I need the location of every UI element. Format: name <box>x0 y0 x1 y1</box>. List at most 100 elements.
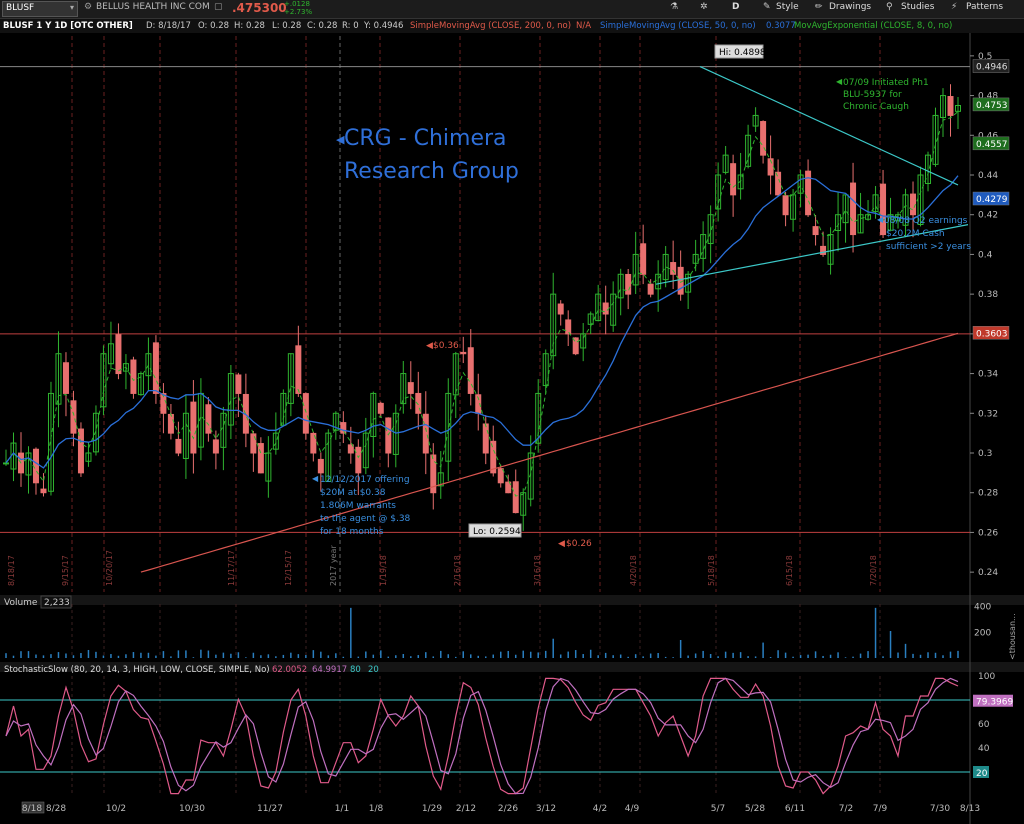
candle-body <box>625 273 632 295</box>
vertical-date-label: 10/20/17 <box>105 550 114 586</box>
watermark-line-2: Research Group <box>344 159 519 184</box>
candle-body <box>947 96 954 116</box>
date-tick-label: 7/2 <box>839 804 853 814</box>
price-tick-label: 0.4 <box>978 250 993 260</box>
stoch-series-value: 80 <box>350 665 361 675</box>
date-tick-label: 6/11 <box>785 804 805 814</box>
stoch-series-value: 20 <box>368 665 379 675</box>
candle-body <box>190 401 197 454</box>
note-0709-line: Chronic Caugh <box>843 102 909 112</box>
candle-body <box>647 283 654 295</box>
price-label-text: 0.4753 <box>976 101 1008 111</box>
note-0709-line: BLU-5937 for <box>843 90 902 100</box>
date-tick-label: 1/29 <box>422 804 442 814</box>
vertical-date-label: 1/19/18 <box>379 555 388 586</box>
volume-title: Volume <box>4 598 38 608</box>
date-tick-label: 4/2 <box>593 804 607 814</box>
date-tick-label: 8/28 <box>46 804 66 814</box>
note-0709-marker: ◀ <box>836 77 843 86</box>
candle-body <box>460 351 467 355</box>
candle-body <box>512 481 519 514</box>
candle-body <box>775 171 782 196</box>
date-tick-label: 5/7 <box>711 804 725 814</box>
date-tick-label: 10/30 <box>179 804 205 814</box>
chart-background <box>0 33 1024 824</box>
candle-body <box>565 319 572 335</box>
watermark-line-1: CRG - Chimera <box>344 126 507 151</box>
date-tick-label: 8/13 <box>960 804 980 814</box>
stoch-tick-label: 60 <box>978 720 990 730</box>
note-1212-line: 12/12/2017 offering <box>320 475 410 485</box>
candle-body <box>812 226 819 236</box>
candle-body <box>167 413 174 434</box>
candle-body <box>782 195 789 216</box>
date-tick-label: 2/12 <box>456 804 476 814</box>
price-tick-label: 0.24 <box>978 568 998 578</box>
candle-body <box>212 439 219 454</box>
date-tick-label: 1/8 <box>369 804 384 814</box>
candle-body <box>880 183 887 236</box>
note-0808-line: $20.2M Cash <box>886 229 945 239</box>
note-1212-line: for 18 months <box>320 527 384 537</box>
stoch-tick-label: 40 <box>978 744 990 754</box>
candle-body <box>602 302 609 315</box>
date-tick-label: 4/9 <box>625 804 640 814</box>
note-0808-marker: ◀ <box>877 215 884 224</box>
note-1212-line: 1.806M warrants <box>320 501 396 511</box>
vertical-date-label: 2017 year <box>329 545 338 586</box>
candle-body <box>640 243 647 275</box>
price-label-text: 0.3603 <box>976 329 1008 339</box>
lo-label: Lo: 0.2594 <box>473 527 521 537</box>
candle-body <box>235 374 242 394</box>
candle-body <box>250 433 257 454</box>
vertical-date-label: 5/18/18 <box>707 555 716 586</box>
level-026-label: $0.26 <box>566 539 592 549</box>
candle-body <box>340 422 347 434</box>
candle-body <box>40 488 47 494</box>
candle-body <box>32 448 39 484</box>
level-026-marker: ◀ <box>558 539 565 549</box>
vertical-date-label: 2/16/18 <box>453 555 462 586</box>
vertical-date-label: 6/15/18 <box>785 555 794 586</box>
note-1212-line: to the agent @ $.38 <box>320 514 411 524</box>
price-tick-label: 0.26 <box>978 528 998 538</box>
date-tick-label: 5/28 <box>745 804 765 814</box>
date-tick-label: 11/27 <box>257 804 283 814</box>
candle-body <box>130 359 137 394</box>
price-tick-label: 0.3 <box>978 449 992 459</box>
candle-body <box>257 443 264 474</box>
candle-body <box>407 382 414 394</box>
candle-body <box>115 334 122 375</box>
date-tick-label: 3/12 <box>536 804 556 814</box>
vertical-date-label: 8/18/17 <box>7 555 16 586</box>
note-0808-line: sufficient >2 years <box>886 242 971 252</box>
price-tick-label: 0.42 <box>978 211 998 221</box>
note-0709-line: 07/09 Initiated Ph1 <box>843 78 929 88</box>
candle-body <box>3 462 9 465</box>
candle-body <box>482 423 489 454</box>
vertical-date-label: 4/20/18 <box>629 555 638 586</box>
chart-svg[interactable]: Volume 2,233 400 200 <thousan... StochasticS… <box>0 0 1024 824</box>
price-tick-label: 0.28 <box>978 489 998 499</box>
volume-total: 2,233 <box>44 598 70 608</box>
candle-body <box>422 413 429 454</box>
price-label-text: 0.4557 <box>976 140 1008 150</box>
price-tick-label: 0.32 <box>978 409 998 419</box>
oversold-box-label: 20 <box>976 769 988 779</box>
vertical-date-label: 3/16/18 <box>533 555 542 586</box>
candle-body <box>910 193 917 216</box>
date-tick-label: 1/1 <box>335 804 349 814</box>
candle-body <box>62 362 69 394</box>
note-1212-line: $20M at $0.38 <box>320 488 386 498</box>
price-tick-label: 0.34 <box>978 370 998 380</box>
hi-label: Hi: 0.4898 <box>719 48 766 58</box>
vertical-date-label: 11/17/17 <box>227 550 236 586</box>
price-tick-label: 0.44 <box>978 171 998 181</box>
stoch-series-value: 62.0052 <box>272 665 307 675</box>
candle-body <box>302 393 309 434</box>
volume-tick-label: 200 <box>974 628 991 638</box>
vertical-date-label: 7/20/18 <box>869 555 878 586</box>
date-tick-label: 7/9 <box>873 804 888 814</box>
note-1212-marker: ◀ <box>312 474 319 483</box>
candle-body <box>557 303 564 315</box>
